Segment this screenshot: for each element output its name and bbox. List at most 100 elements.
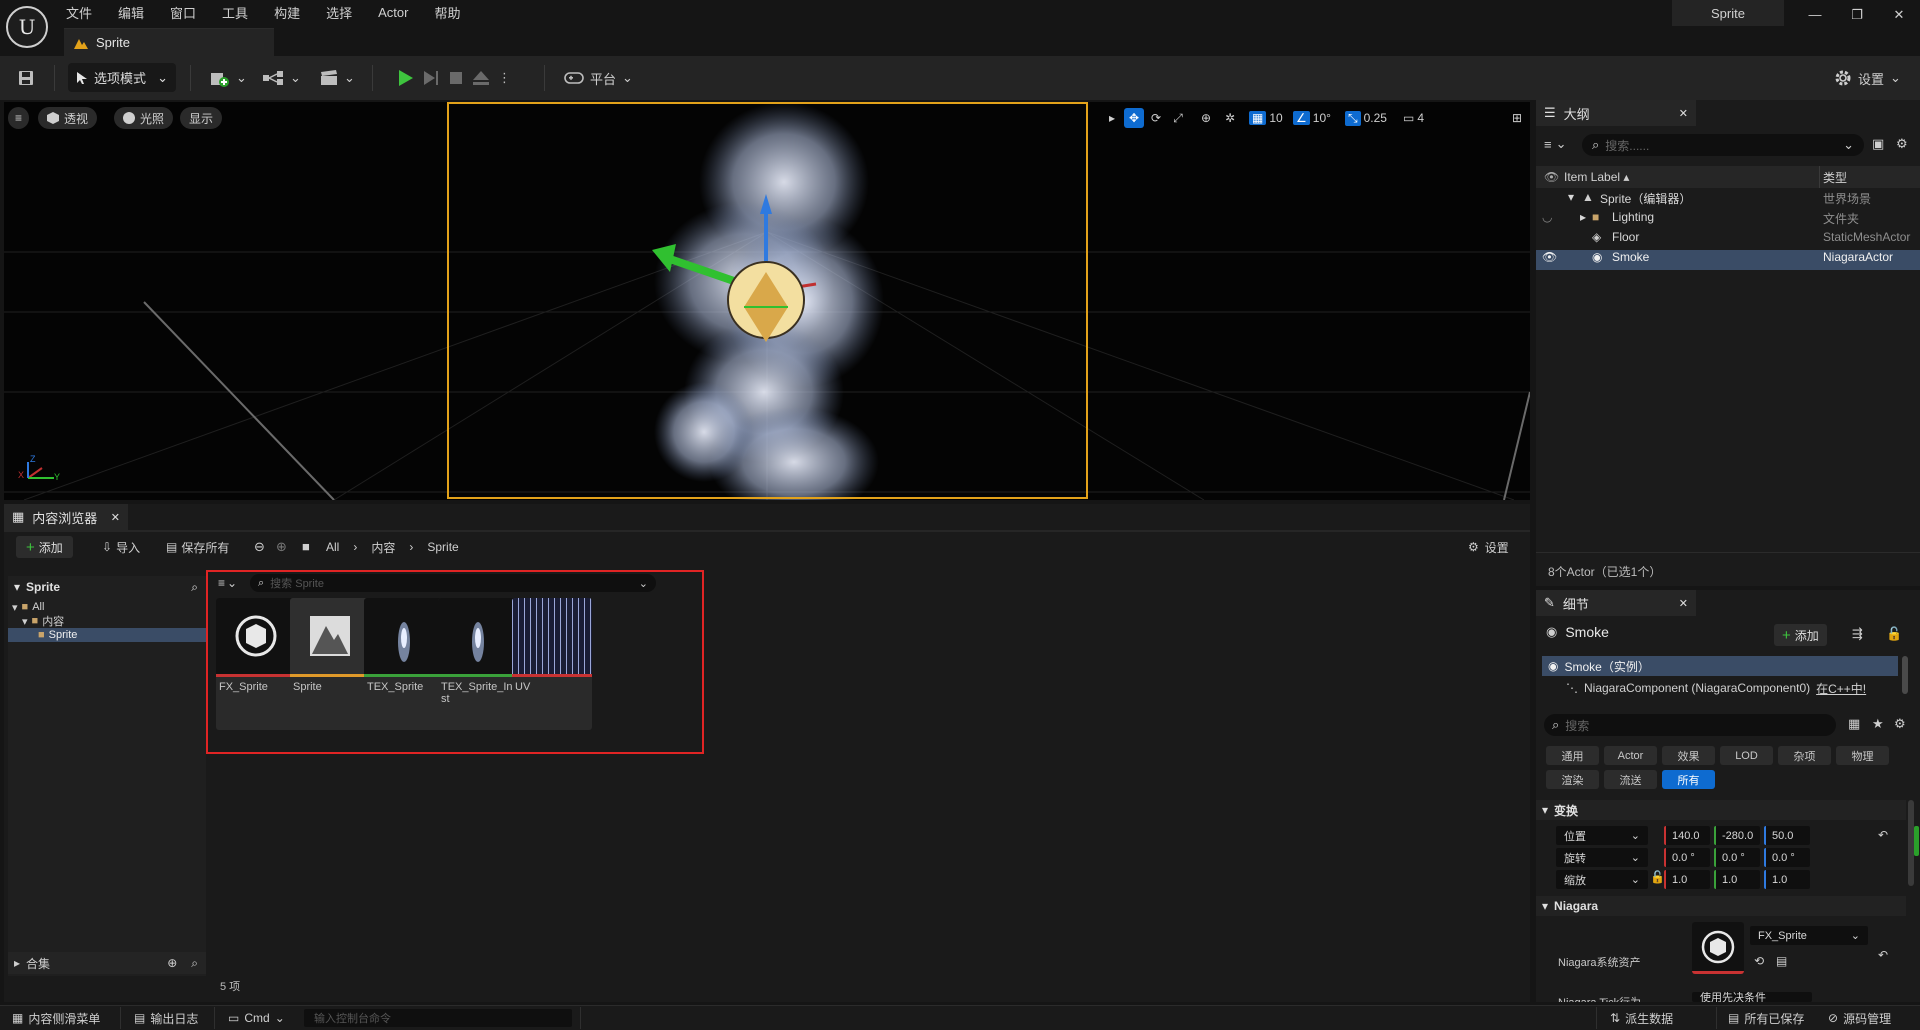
lock-icon[interactable]: 🔓	[1886, 626, 1902, 642]
filter-general[interactable]: 通用	[1546, 746, 1599, 765]
unreal-logo-icon[interactable]: U	[6, 6, 48, 48]
filter-lod[interactable]: LOD	[1720, 746, 1773, 765]
location-z-field[interactable]: 50.0	[1764, 826, 1810, 845]
add-component-button[interactable]: + 添加	[1774, 624, 1827, 646]
details-search-input[interactable]: ⌕ 搜索	[1544, 714, 1836, 736]
menu-actor[interactable]: Actor	[378, 5, 420, 20]
source-control-button[interactable]: ⊘ 源码管理	[1820, 1007, 1899, 1029]
rotate-tool-icon[interactable]: ⟳	[1146, 108, 1166, 128]
perspective-button[interactable]: 透视	[38, 107, 98, 129]
more-options-icon[interactable]: ⋮	[498, 70, 511, 86]
location-y-field[interactable]: -280.0	[1714, 826, 1760, 845]
cmd-selector[interactable]: ▭ Cmd ⌄	[220, 1007, 293, 1029]
component-scrollbar[interactable]	[1902, 656, 1908, 694]
sources-header[interactable]: ▾ Sprite ⌕	[8, 576, 206, 598]
use-selected-asset-icon[interactable]: ▤	[1776, 954, 1787, 968]
transform-section-header[interactable]: ▾ 变换	[1536, 800, 1906, 820]
save-level-button[interactable]	[12, 63, 40, 93]
col-type[interactable]: 类型	[1823, 169, 1847, 186]
outliner-row[interactable]: 👁 ◉ Smoke NiagaraActor	[1536, 250, 1920, 270]
filter-effects[interactable]: 效果	[1662, 746, 1715, 765]
details-settings-gear-icon[interactable]: ⚙	[1894, 716, 1906, 732]
component-row[interactable]: ⋱ NiagaraComponent (NiagaraComponent0) 在…	[1566, 678, 1898, 698]
filter-rendering[interactable]: 渲染	[1546, 770, 1599, 789]
cinematics-button[interactable]: ⌄	[314, 63, 361, 93]
filter-physics[interactable]: 物理	[1836, 746, 1889, 765]
filter-actor[interactable]: Actor	[1604, 746, 1657, 765]
camera-speed-button[interactable]: ▭ 4	[1400, 108, 1427, 128]
table-view-icon[interactable]: ▦	[1848, 716, 1860, 732]
asset-view[interactable]: ≡ ⌄ ⌕ 搜索 Sprite ⌄ FX_Sprite Sprite TEX_S…	[206, 570, 1526, 1000]
add-content-button[interactable]: ⌄	[204, 63, 253, 93]
rotation-mode-select[interactable]: 旋转 ⌄	[1556, 848, 1648, 867]
derived-data-button[interactable]: ⇅ 派生数据	[1602, 1007, 1681, 1029]
viewport-menu-button[interactable]: ≡	[8, 107, 30, 129]
add-asset-button[interactable]: + 添加	[16, 536, 73, 558]
browse-to-asset-icon[interactable]: ⟲	[1754, 954, 1764, 968]
viewport-layout-icon[interactable]: ⊞	[1508, 108, 1526, 128]
save-all-button[interactable]: ▤ 保存所有	[166, 536, 229, 558]
menu-window[interactable]: 窗口	[170, 3, 208, 22]
visibility-toggle-icon[interactable]: ◡	[1542, 210, 1552, 224]
details-tab[interactable]: ✎ 细节 ✕	[1536, 590, 1696, 616]
component-cpp-link[interactable]: 在C++中!	[1816, 680, 1866, 697]
scale-lock-icon[interactable]: 🔓	[1650, 870, 1665, 884]
play-icon[interactable]	[396, 69, 414, 87]
lighting-mode-button[interactable]: 光照	[114, 107, 174, 129]
stop-icon[interactable]	[448, 70, 464, 86]
level-document-tab[interactable]: Sprite	[64, 28, 274, 56]
grid-snap-toggle[interactable]: ▦ 10	[1246, 108, 1286, 128]
outliner-row[interactable]: ▾ ▲ Sprite（编辑器） 世界场景	[1536, 190, 1920, 210]
close-icon[interactable]: ✕	[111, 511, 120, 524]
filter-all[interactable]: 所有	[1662, 770, 1715, 789]
blueprint-convert-icon[interactable]: ⇶	[1852, 626, 1863, 642]
breadcrumb-all[interactable]: All	[326, 540, 339, 554]
output-log-button[interactable]: ▤ 输出日志	[126, 1007, 206, 1029]
scale-tool-icon[interactable]: ⤢	[1168, 108, 1188, 128]
asset-tile[interactable]: UV	[512, 598, 592, 730]
history-forward-icon[interactable]: ⊕	[276, 539, 287, 555]
niagara-tick-select[interactable]: 使用先决条件	[1692, 992, 1812, 1002]
outliner-row[interactable]: ◈ Floor StaticMeshActor	[1536, 230, 1920, 250]
location-mode-select[interactable]: 位置 ⌄	[1556, 826, 1648, 845]
outliner-settings-gear-icon[interactable]: ⚙	[1896, 136, 1908, 152]
add-collection-icon[interactable]: ⊕	[167, 956, 177, 970]
rotation-y-field[interactable]: 0.0 °	[1714, 848, 1760, 867]
asset-tile[interactable]: Sprite	[290, 598, 370, 730]
content-browser-tab[interactable]: ▦ 内容浏览器 ✕	[4, 504, 128, 530]
filter-streaming[interactable]: 流送	[1604, 770, 1657, 789]
reset-asset-icon[interactable]: ↶	[1878, 948, 1888, 962]
location-x-field[interactable]: 140.0	[1664, 826, 1710, 845]
expand-arrow-icon[interactable]: ▾	[1568, 190, 1574, 204]
scale-snap-toggle[interactable]: ⤡ 0.25	[1342, 108, 1390, 128]
collections-header[interactable]: ▸ 合集 ⊕ ⌕	[8, 952, 206, 974]
component-instance-row[interactable]: ◉ Smoke（实例）	[1542, 656, 1898, 676]
all-saved-button[interactable]: ▤ 所有已保存	[1720, 1007, 1812, 1029]
niagara-asset-thumbnail[interactable]	[1692, 922, 1744, 974]
surface-snap-icon[interactable]: ✲	[1220, 108, 1240, 128]
import-button[interactable]: ⇩ 导入	[102, 536, 140, 558]
translate-tool-icon[interactable]: ✥	[1124, 108, 1144, 128]
show-flags-button[interactable]: 显示	[180, 107, 223, 129]
close-icon[interactable]: ✕	[1679, 107, 1688, 120]
advance-frame-icon[interactable]	[422, 69, 440, 87]
close-icon[interactable]: ✕	[1679, 597, 1688, 610]
search-icon[interactable]: ⌕	[191, 956, 198, 971]
outliner-row[interactable]: ◡ ▸ ■ Lighting 文件夹	[1536, 210, 1920, 230]
level-viewport[interactable]: X Y Z ≡ 透视 光照 显示 ▸ ✥ ⟳ ⤢ ⊕ ✲ ▦ 10 ∠ 10° …	[4, 102, 1530, 500]
filter-misc[interactable]: 杂项	[1778, 746, 1831, 765]
scale-y-field[interactable]: 1.0	[1714, 870, 1760, 889]
close-window-button[interactable]: ✕	[1888, 4, 1910, 26]
scale-mode-select[interactable]: 缩放 ⌄	[1556, 870, 1648, 889]
blueprint-button[interactable]: ⌄	[256, 63, 307, 93]
tree-item-content[interactable]: ▾ ■ 内容	[8, 614, 206, 628]
asset-tile[interactable]: TEX_Sprite	[364, 598, 444, 730]
col-item-label[interactable]: Item Label ▴	[1564, 170, 1629, 184]
scale-x-field[interactable]: 1.0	[1664, 870, 1710, 889]
tree-item-sprite[interactable]: ■ Sprite	[8, 628, 206, 642]
minimize-button[interactable]: —	[1804, 4, 1826, 26]
asset-tile[interactable]: TEX_Sprite_Inst	[438, 598, 518, 730]
star-icon[interactable]: ★	[1872, 716, 1884, 732]
add-folder-icon[interactable]: ▣	[1872, 136, 1884, 152]
niagara-section-header[interactable]: ▾ Niagara	[1536, 896, 1906, 916]
